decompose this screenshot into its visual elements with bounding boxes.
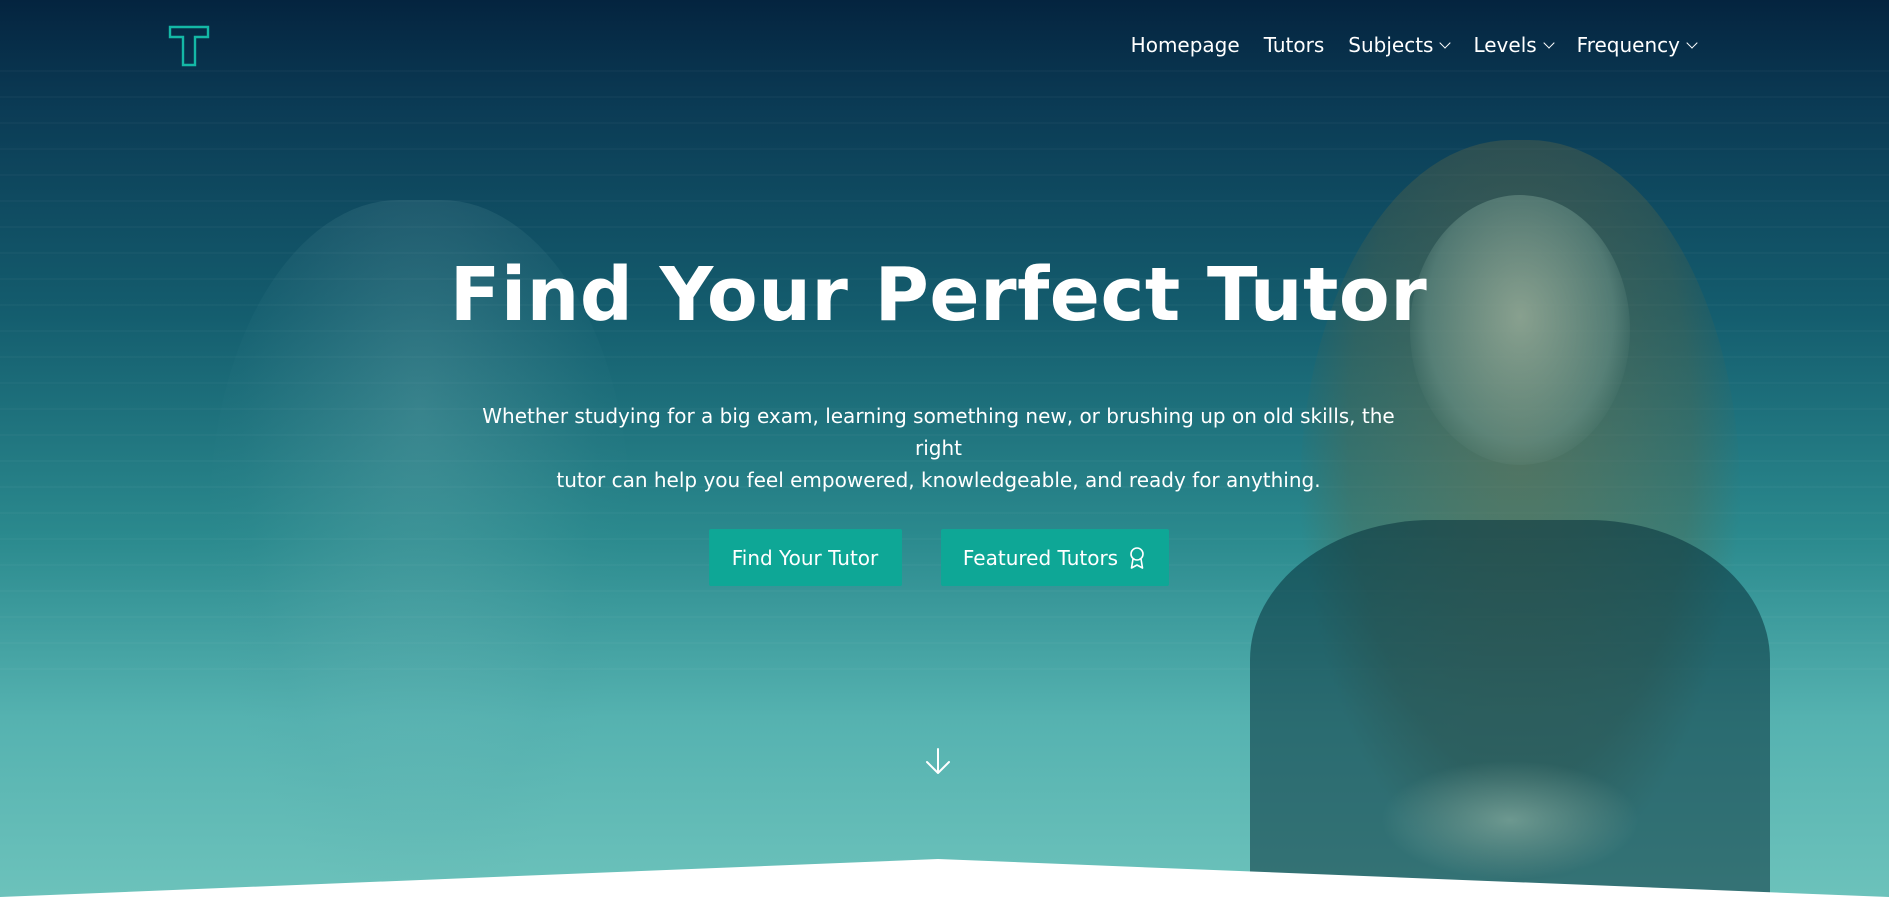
chevron-down-icon <box>1439 37 1452 49</box>
arrow-down-icon[interactable] <box>923 746 953 776</box>
nav-item-label: Levels <box>1473 33 1537 57</box>
chevron-down-icon <box>1543 37 1555 49</box>
nav-item-label: Homepage <box>1130 33 1240 57</box>
t-letter-logo-icon[interactable] <box>168 25 210 67</box>
nav-item-frequency[interactable]: Frequency <box>1576 33 1698 57</box>
nav-item-label: Frequency <box>1576 33 1680 57</box>
find-your-tutor-label: Find Your Tutor <box>731 545 879 570</box>
nav-item-label: Subjects <box>1348 33 1434 57</box>
nav-item-tutors[interactable]: Tutors <box>1264 33 1325 57</box>
hero-buttons: Find Your Tutor Featured Tutors <box>0 529 1877 586</box>
bottom-divider-shape <box>0 859 1889 897</box>
person-hair <box>1300 140 1740 880</box>
featured-tutors-label: Featured Tutors <box>962 545 1119 570</box>
hero-title: Find Your Perfect Tutor <box>449 252 1428 338</box>
nav-item-label: Tutors <box>1263 33 1325 57</box>
hero-subtitle: Whether studying for a big exam, learnin… <box>460 400 1417 496</box>
top-navigation: Homepage Tutors Subjects Levels Frequenc… <box>0 0 1889 92</box>
hero-subtitle-line-2: tutor can help you feel empowered, knowl… <box>556 468 1321 492</box>
nav-item-homepage[interactable]: Homepage <box>1131 33 1240 57</box>
chevron-down-icon <box>1686 37 1698 49</box>
hero-subtitle-line-1: Whether studying for a big exam, learnin… <box>482 404 1395 460</box>
nav-item-subjects[interactable]: Subjects <box>1348 33 1452 57</box>
hero-section: Homepage Tutors Subjects Levels Frequenc… <box>0 0 1889 897</box>
nav-menu: Homepage Tutors Subjects Levels Frequenc… <box>1107 33 1698 57</box>
find-your-tutor-button[interactable]: Find Your Tutor <box>708 529 902 586</box>
nav-item-levels[interactable]: Levels <box>1473 33 1555 57</box>
award-ribbon-icon <box>1130 546 1144 569</box>
featured-tutors-button[interactable]: Featured Tutors <box>940 529 1169 586</box>
